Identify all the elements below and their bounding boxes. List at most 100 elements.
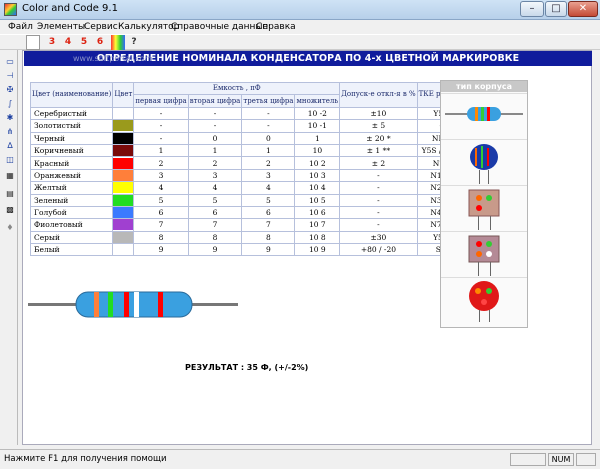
help-icon[interactable]: ? bbox=[127, 35, 141, 50]
header-color-name: Цвет (наименование) bbox=[29, 82, 114, 108]
menu-service[interactable]: Сервис bbox=[84, 20, 118, 34]
cell-second-digit: 4 bbox=[187, 181, 243, 195]
cell-color-name: Фиолетовый bbox=[29, 218, 114, 232]
swatch-fill bbox=[113, 219, 134, 231]
table-row[interactable]: Оранжевый33310 3-N150 bbox=[29, 168, 465, 183]
cell-third-digit: 7 bbox=[241, 218, 296, 232]
cell-color-name: Серебристый bbox=[29, 106, 114, 121]
resistor-icon[interactable]: ▭ bbox=[4, 56, 16, 67]
color-palette-icon[interactable] bbox=[111, 35, 125, 50]
cell-first-digit: - bbox=[133, 119, 189, 133]
table-body: Серебристый---10 -2±10Y5PЗолотистый---10… bbox=[29, 106, 465, 257]
swatch-fill bbox=[113, 231, 134, 243]
case-type-panel: тип корпуса bbox=[440, 80, 528, 328]
cell-third-digit: 4 bbox=[241, 181, 296, 195]
swatch-fill bbox=[113, 132, 134, 144]
zener-icon[interactable]: ∆ bbox=[4, 140, 16, 151]
num-lock-indicator: NUM bbox=[548, 453, 574, 466]
table-row[interactable]: Голубой66610 6-N470 bbox=[29, 205, 465, 220]
transistor-icon[interactable]: ⋔ bbox=[4, 126, 16, 137]
cell-third-digit: 5 bbox=[241, 193, 296, 207]
case-disc[interactable] bbox=[441, 139, 527, 185]
cell-color-name: Оранжевый bbox=[29, 168, 114, 183]
inductor-icon[interactable]: ∫ bbox=[4, 98, 16, 109]
table-row[interactable]: Золотистый---10 -1± 5- bbox=[29, 119, 465, 133]
color-swatch bbox=[112, 143, 135, 158]
status-pane-empty bbox=[510, 453, 546, 466]
table-row[interactable]: Серебристый---10 -2±10Y5P bbox=[29, 106, 465, 121]
cell-multiplier: 10 9 bbox=[294, 243, 341, 257]
color-swatch bbox=[112, 243, 135, 257]
toolbar-button-5[interactable]: 5 bbox=[77, 35, 91, 50]
cell-first-digit: 6 bbox=[133, 205, 189, 220]
case-box-4dot[interactable] bbox=[441, 231, 527, 277]
capacitor-icon[interactable]: ⊣ bbox=[4, 70, 16, 81]
table-row[interactable]: Коричневый11110± 1 **Y5S / N33 bbox=[29, 143, 465, 158]
status-text: Нажмите F1 для получения помощи bbox=[4, 454, 167, 464]
diode-icon[interactable]: ✠ bbox=[4, 84, 16, 95]
swatch-fill bbox=[113, 244, 134, 256]
table-row[interactable]: Зеленый55510 5-N330 bbox=[29, 193, 465, 207]
table-row[interactable]: Красный22210 2± 2N75 bbox=[29, 156, 465, 170]
color-code-table: Цвет (наименование) Цвет Емкость , пФ До… bbox=[29, 81, 465, 257]
chip-icon[interactable]: ▩ bbox=[4, 204, 16, 215]
cell-third-digit: 8 bbox=[241, 230, 296, 245]
cell-multiplier: 10 2 bbox=[294, 156, 341, 170]
result-text: РЕЗУЛЬТАТ : 35 Ф, (+/-2%) bbox=[185, 363, 309, 372]
header-second-digit: вторая цифра bbox=[187, 94, 243, 108]
menu-help[interactable]: Справка bbox=[256, 20, 296, 34]
cell-first-digit: - bbox=[133, 106, 189, 121]
cell-multiplier: 10 3 bbox=[294, 168, 341, 183]
menu-elements[interactable]: Элементы bbox=[37, 20, 85, 34]
swatch-fill bbox=[113, 120, 134, 132]
maximize-button[interactable]: □ bbox=[545, 1, 567, 17]
color-swatch bbox=[112, 205, 135, 220]
database-icon[interactable]: ▤ bbox=[4, 188, 16, 199]
menu-reference[interactable]: Справочные данные bbox=[171, 20, 268, 34]
swatch-fill bbox=[113, 157, 134, 169]
case-box-3dot[interactable] bbox=[441, 185, 527, 231]
cell-multiplier: 10 5 bbox=[294, 193, 341, 207]
window-title: Color and Code 9.1 bbox=[22, 3, 118, 14]
table-row[interactable]: Желтый44410 4-N220 bbox=[29, 181, 465, 195]
new-document-icon[interactable] bbox=[26, 35, 40, 50]
toolbar-button-4[interactable]: 4 bbox=[61, 35, 75, 50]
smd-icon[interactable]: ✱ bbox=[4, 112, 16, 123]
menu-file[interactable]: Файл bbox=[8, 20, 33, 34]
cell-first-digit: 9 bbox=[133, 243, 189, 257]
cell-tolerance: - bbox=[339, 193, 418, 207]
cell-tolerance: - bbox=[339, 168, 418, 183]
menu-bar: Файл Элементы Сервис Калькулятор Справоч… bbox=[0, 20, 600, 34]
table-row[interactable]: Фиолетовый77710 7-N750 bbox=[29, 218, 465, 232]
case-round-dot[interactable] bbox=[441, 277, 527, 323]
close-button[interactable]: ✕ bbox=[568, 1, 598, 17]
color-swatch bbox=[112, 218, 135, 232]
resistor-band bbox=[134, 292, 139, 317]
table-row[interactable]: Серый88810 8±30Y5R bbox=[29, 230, 465, 245]
table-row[interactable]: Черный-001± 20 *NPO bbox=[29, 131, 465, 145]
cell-color-name: Золотистый bbox=[29, 119, 114, 133]
cell-third-digit: 6 bbox=[241, 205, 296, 220]
color-swatch bbox=[112, 181, 135, 195]
resistor-illustration bbox=[28, 291, 238, 318]
cell-second-digit: 2 bbox=[187, 156, 243, 170]
color-swatch bbox=[112, 119, 135, 133]
color-swatch bbox=[112, 156, 135, 170]
toolbar-button-3[interactable]: 3 bbox=[45, 35, 59, 50]
cell-second-digit: - bbox=[187, 106, 243, 121]
table-row[interactable]: Белый99910 9+80 / -20SL bbox=[29, 243, 465, 257]
capacitor-case-icon[interactable]: ◫ bbox=[4, 154, 16, 165]
cell-multiplier: 10 8 bbox=[294, 230, 341, 245]
header-color: Цвет bbox=[112, 82, 135, 108]
cell-tolerance: - bbox=[339, 181, 418, 195]
header-first-digit: первая цифра bbox=[133, 94, 189, 108]
toolbar-button-6[interactable]: 6 bbox=[93, 35, 107, 50]
cell-tolerance: - bbox=[339, 218, 418, 232]
title-bar: Color and Code 9.1 – □ ✕ bbox=[0, 0, 600, 20]
resistor-band bbox=[124, 292, 129, 317]
pointer-icon[interactable]: ♦ bbox=[4, 222, 16, 233]
minimize-button[interactable]: – bbox=[520, 1, 544, 17]
header-capacity: Емкость , пФ bbox=[133, 81, 341, 96]
case-axial[interactable] bbox=[441, 93, 527, 139]
calculator-icon[interactable]: ▦ bbox=[4, 170, 16, 181]
